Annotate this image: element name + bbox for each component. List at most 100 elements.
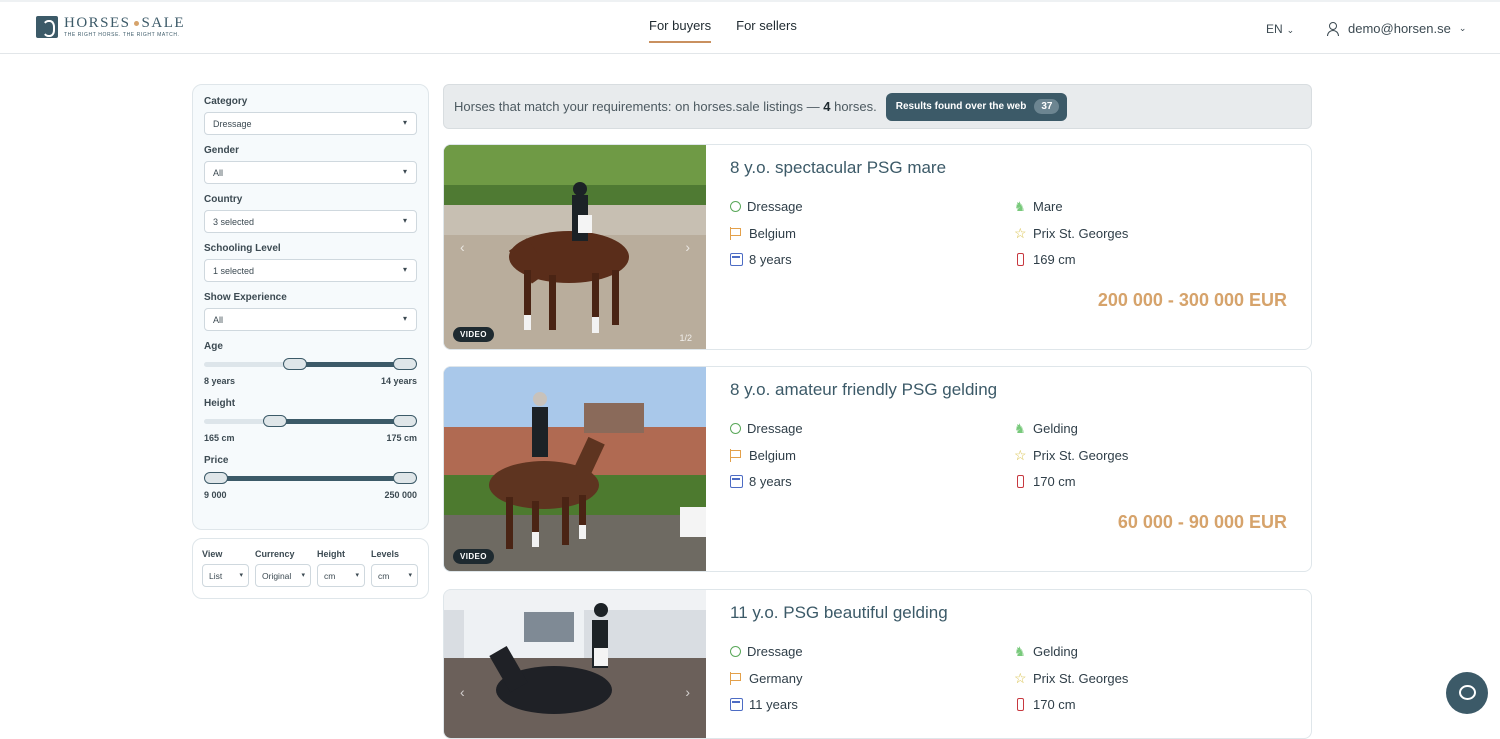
gender-label: Gender — [204, 145, 240, 156]
age-max-value: 14 years — [380, 376, 417, 386]
price-slider[interactable] — [204, 472, 417, 484]
star-icon: ☆ — [1014, 225, 1027, 241]
language-selector[interactable]: EN ⌄ — [1266, 22, 1294, 36]
user-icon — [1326, 21, 1340, 36]
prev-photo-icon[interactable]: ‹ — [460, 684, 465, 700]
schooling-level-label: Schooling Level — [204, 243, 281, 254]
listing-card[interactable]: VIDEO 8 y.o. amateur friendly PSG geldin… — [443, 366, 1312, 572]
gender-value: Gelding — [1033, 644, 1078, 659]
category-label: Category — [204, 96, 248, 107]
horse-photo[interactable]: ‹ › — [444, 590, 706, 738]
brand-name-right: SALE — [141, 15, 186, 31]
star-icon: ☆ — [1014, 670, 1027, 686]
gender-value: Gelding — [1033, 421, 1078, 436]
height-unit-select[interactable]: cm — [317, 564, 365, 587]
listing-title[interactable]: 11 y.o. PSG beautiful gelding — [730, 603, 948, 623]
country-select[interactable]: 3 selected — [204, 210, 417, 233]
country-value: Germany — [749, 671, 803, 686]
height-value: 169 cm — [1033, 252, 1076, 267]
price-range: 60 000 - 90 000 EUR — [1117, 512, 1287, 532]
brand-name-left: HORSES — [64, 15, 131, 31]
age-max-handle[interactable] — [393, 358, 417, 370]
levels-select[interactable]: cm — [371, 564, 418, 587]
country-value: Belgium — [749, 226, 796, 241]
price-min-handle[interactable] — [204, 472, 228, 484]
flag-icon — [730, 449, 743, 462]
calendar-icon — [730, 475, 743, 488]
age-slider-fill — [295, 362, 405, 367]
flag-icon — [730, 227, 743, 240]
results-banner: Horses that match your requirements: on … — [443, 84, 1312, 129]
view-select[interactable]: List — [202, 564, 249, 587]
video-badge: VIDEO — [453, 327, 494, 342]
horse-photo[interactable]: ‹ › VIDEO 1/2 — [444, 145, 706, 349]
listing-title[interactable]: 8 y.o. spectacular PSG mare — [730, 158, 946, 178]
web-results-button[interactable]: Results found over the web 37 — [885, 92, 1068, 121]
currency-select[interactable]: Original — [255, 564, 311, 587]
height-min-handle[interactable] — [262, 415, 287, 427]
filters-panel: Category Dressage Gender All Country 3 s… — [192, 84, 429, 530]
results-text: Horses that match your requirements: on … — [454, 99, 820, 114]
brand-dot-icon — [133, 20, 139, 26]
photo-counter: 1/2 — [679, 333, 692, 343]
age-slider[interactable] — [204, 358, 417, 370]
horse-photo-image — [444, 145, 706, 349]
next-photo-icon[interactable]: › — [685, 239, 690, 255]
country-label: Country — [204, 194, 243, 205]
main-nav: For buyers For sellers — [649, 18, 822, 43]
user-email: demo@horsen.se — [1348, 21, 1451, 36]
level-value: Prix St. Georges — [1033, 671, 1129, 686]
show-experience-label: Show Experience — [204, 292, 287, 303]
prev-photo-icon[interactable]: ‹ — [460, 239, 465, 255]
results-count: 4 — [823, 99, 831, 114]
web-results-label: Results found over the web — [895, 101, 1027, 112]
height-icon — [1017, 253, 1024, 266]
horse-photo-image — [444, 590, 706, 738]
user-menu[interactable]: demo@horsen.se ⌄ — [1326, 21, 1466, 36]
calendar-icon — [730, 253, 743, 266]
age-min-handle[interactable] — [283, 358, 308, 370]
top-header: HORSES SALE THE RIGHT HORSE. THE RIGHT M… — [0, 0, 1500, 54]
horse-head-icon: ♞ — [1014, 199, 1026, 214]
listing-card[interactable]: ‹ › VIDEO 1/2 8 y.o. spectacular PSG mar… — [443, 144, 1312, 350]
currency-label: Currency — [255, 549, 295, 559]
web-results-count: 37 — [1034, 99, 1060, 114]
price-range: 200 000 - 300 000 EUR — [1097, 290, 1287, 310]
height-unit-label: Height — [317, 549, 345, 559]
nav-for-sellers[interactable]: For sellers — [736, 18, 797, 43]
discipline-value: Dressage — [747, 199, 803, 214]
levels-label: Levels — [371, 549, 400, 559]
age-value: 11 years — [749, 697, 798, 712]
horse-photo[interactable]: VIDEO — [444, 367, 706, 571]
discipline-icon — [730, 423, 741, 434]
schooling-level-select[interactable]: 1 selected — [204, 259, 417, 282]
gender-select[interactable]: All — [204, 161, 417, 184]
next-photo-icon[interactable]: › — [685, 684, 690, 700]
nav-for-buyers[interactable]: For buyers — [649, 18, 712, 43]
discipline-icon — [730, 201, 741, 212]
view-options-panel: View List Currency Original Height cm Le… — [192, 538, 429, 599]
gender-value: Mare — [1033, 199, 1063, 214]
listing-title[interactable]: 8 y.o. amateur friendly PSG gelding — [730, 380, 997, 400]
horse-head-icon: ♞ — [1014, 421, 1026, 436]
show-experience-select[interactable]: All — [204, 308, 417, 331]
price-max-value: 250 000 — [384, 490, 417, 500]
price-max-handle[interactable] — [393, 472, 417, 484]
discipline-value: Dressage — [747, 644, 803, 659]
height-slider[interactable] — [204, 415, 417, 427]
age-value: 8 years — [749, 252, 792, 267]
calendar-icon — [730, 698, 743, 711]
chat-button[interactable] — [1446, 672, 1488, 714]
height-max-handle[interactable] — [393, 415, 417, 427]
height-min-value: 165 cm — [204, 433, 235, 443]
age-min-value: 8 years — [204, 376, 236, 386]
category-select[interactable]: Dressage — [204, 112, 417, 135]
listing-card[interactable]: ‹ › 11 y.o. PSG beautiful gelding Dressa… — [443, 589, 1312, 739]
height-icon — [1017, 698, 1024, 711]
chevron-down-icon: ⌄ — [1458, 23, 1467, 33]
horse-head-icon: ♞ — [1014, 644, 1026, 659]
results-suffix: horses. — [834, 99, 877, 114]
height-label: Height — [204, 398, 236, 409]
brand-logo[interactable]: HORSES SALE THE RIGHT HORSE. THE RIGHT M… — [36, 15, 185, 38]
view-label: View — [202, 549, 223, 559]
